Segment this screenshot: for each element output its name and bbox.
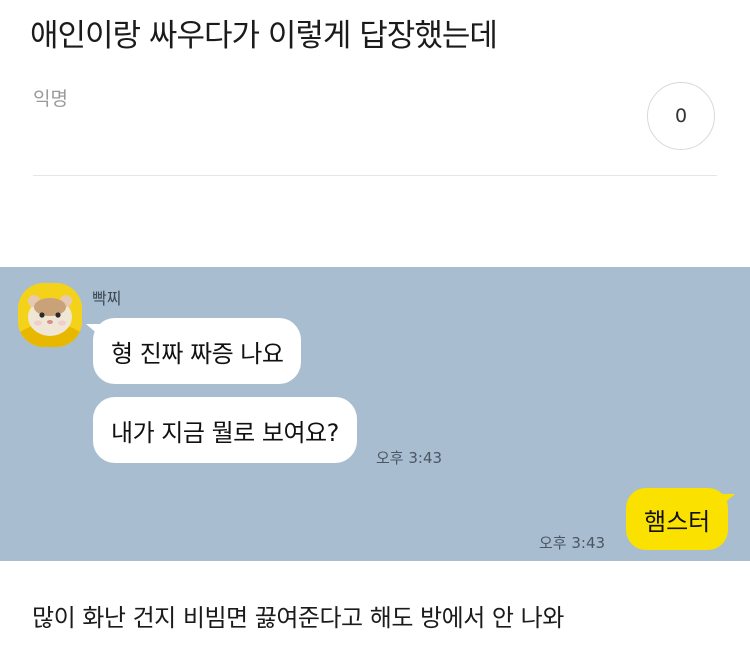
message-text: 형 진짜 짜증 나요 — [111, 339, 284, 368]
incoming-message-bubble: 내가 지금 뭘로 보여요? — [93, 397, 357, 463]
message-timestamp: 오후 3:43 — [539, 534, 606, 552]
comment-count-badge[interactable]: 0 — [647, 82, 715, 150]
outgoing-message-bubble: 햄스터 — [626, 488, 736, 550]
message-text: 햄스터 — [644, 507, 711, 536]
chat-screenshot: 빡찌 형 진짜 짜증 나요 내가 지금 뭘로 보여요? 오후 3:43 오후 3… — [0, 267, 750, 561]
message-text: 내가 지금 뭘로 보여요? — [111, 418, 339, 447]
divider — [33, 175, 717, 176]
incoming-message-bubble: 형 진짜 짜증 나요 — [85, 318, 302, 384]
post-body: 많이 화난 건지 비빔면 끓여준다고 해도 방에서 안 나와 — [32, 604, 564, 632]
author-name: 익명 — [33, 88, 68, 110]
sender-name: 빡찌 — [92, 289, 122, 308]
message-timestamp: 오후 3:43 — [376, 449, 443, 467]
post-title: 애인이랑 싸우다가 이렇게 답장했는데 — [30, 18, 498, 54]
hamster-avatar-icon — [18, 283, 82, 347]
